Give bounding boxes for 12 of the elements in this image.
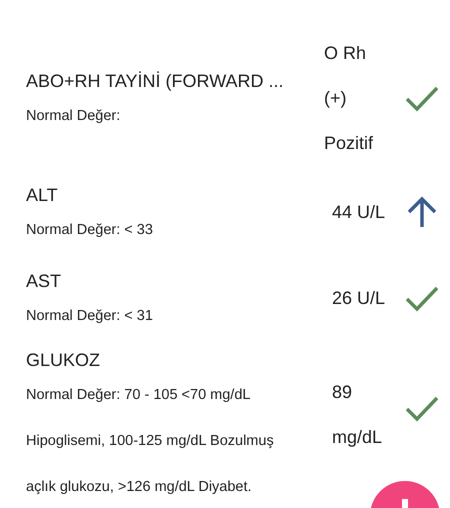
- test-name: GLUKOZ: [26, 349, 102, 372]
- result-value: 44 U/L: [331, 200, 386, 224]
- normal-range: Normal Değer: 70 - 105 <70 mg/dL Hipoglisemi, 100-125 mg/dL Bozulmuş açlık glukozu, >126 mg/dL Diyabet.: [26, 386, 275, 497]
- result-value: 89 mg/dL: [331, 381, 384, 449]
- test-name: ABO+RH TAYİNİ (FORWARD ...: [26, 70, 285, 92]
- test-name: AST: [26, 270, 62, 292]
- normal-range: Normal Değer: < 33: [26, 220, 154, 240]
- normal-range: Normal Değer:: [26, 106, 122, 126]
- result-value: O Rh (+) Pozitif: [324, 42, 374, 154]
- result-value: 26 U/L: [331, 286, 386, 310]
- test-name: ALT: [26, 184, 59, 206]
- normal-range: Normal Değer: < 31: [26, 306, 154, 326]
